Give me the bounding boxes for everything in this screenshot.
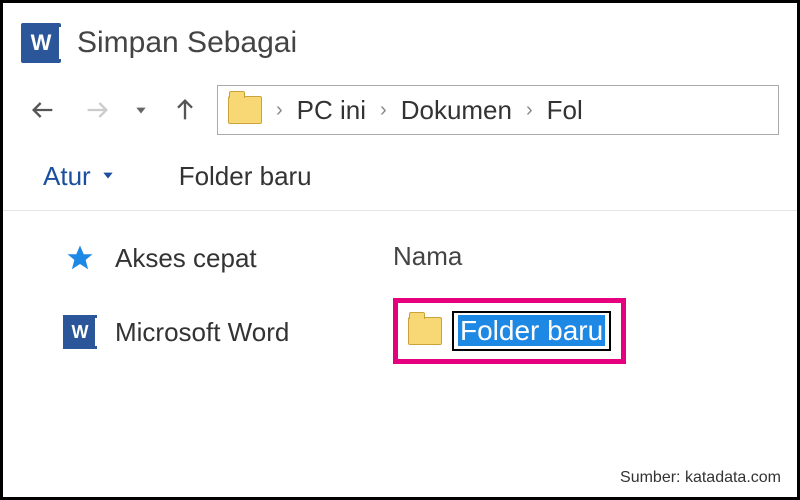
folder-icon — [228, 96, 262, 124]
chevron-down-icon — [101, 168, 115, 185]
column-header-name[interactable]: Nama — [393, 241, 797, 272]
back-button[interactable] — [21, 88, 65, 132]
window-title: Simpan Sebagai — [77, 26, 297, 60]
highlighted-item: Folder baru — [393, 298, 626, 364]
chevron-right-icon: › — [276, 99, 283, 122]
toolbar: Atur Folder baru — [3, 143, 797, 211]
word-icon: W — [63, 315, 97, 349]
sidebar-item-label: Microsoft Word — [115, 317, 289, 348]
file-list: Nama Folder baru — [373, 241, 797, 364]
breadcrumb-item[interactable]: Fol — [547, 95, 583, 126]
up-button[interactable] — [163, 88, 207, 132]
content-area: Akses cepat W Microsoft Word Nama Folder… — [3, 211, 797, 364]
folder-icon — [408, 317, 442, 345]
address-bar[interactable]: › PC ini › Dokumen › Fol — [217, 85, 779, 135]
chevron-right-icon: › — [380, 99, 387, 122]
chevron-right-icon: › — [526, 99, 533, 122]
sidebar: Akses cepat W Microsoft Word — [3, 241, 373, 364]
rename-text: Folder baru — [458, 315, 605, 346]
source-caption: Sumber: katadata.com — [620, 469, 781, 487]
new-folder-button[interactable]: Folder baru — [179, 161, 312, 192]
nav-bar: › PC ini › Dokumen › Fol — [3, 77, 797, 143]
sidebar-item-word[interactable]: W Microsoft Word — [63, 315, 373, 349]
forward-button[interactable] — [75, 88, 119, 132]
titlebar: W Simpan Sebagai — [3, 3, 797, 77]
sidebar-item-quick-access[interactable]: Akses cepat — [63, 241, 373, 275]
sidebar-item-label: Akses cepat — [115, 243, 257, 274]
rename-input[interactable]: Folder baru — [452, 311, 611, 351]
breadcrumb-item[interactable]: PC ini — [297, 95, 366, 126]
breadcrumb-item[interactable]: Dokumen — [401, 95, 512, 126]
star-icon — [63, 241, 97, 275]
organize-label: Atur — [43, 161, 91, 192]
word-app-icon: W — [21, 23, 61, 63]
organize-menu[interactable]: Atur — [43, 161, 115, 192]
recent-locations-dropdown[interactable] — [129, 88, 153, 132]
